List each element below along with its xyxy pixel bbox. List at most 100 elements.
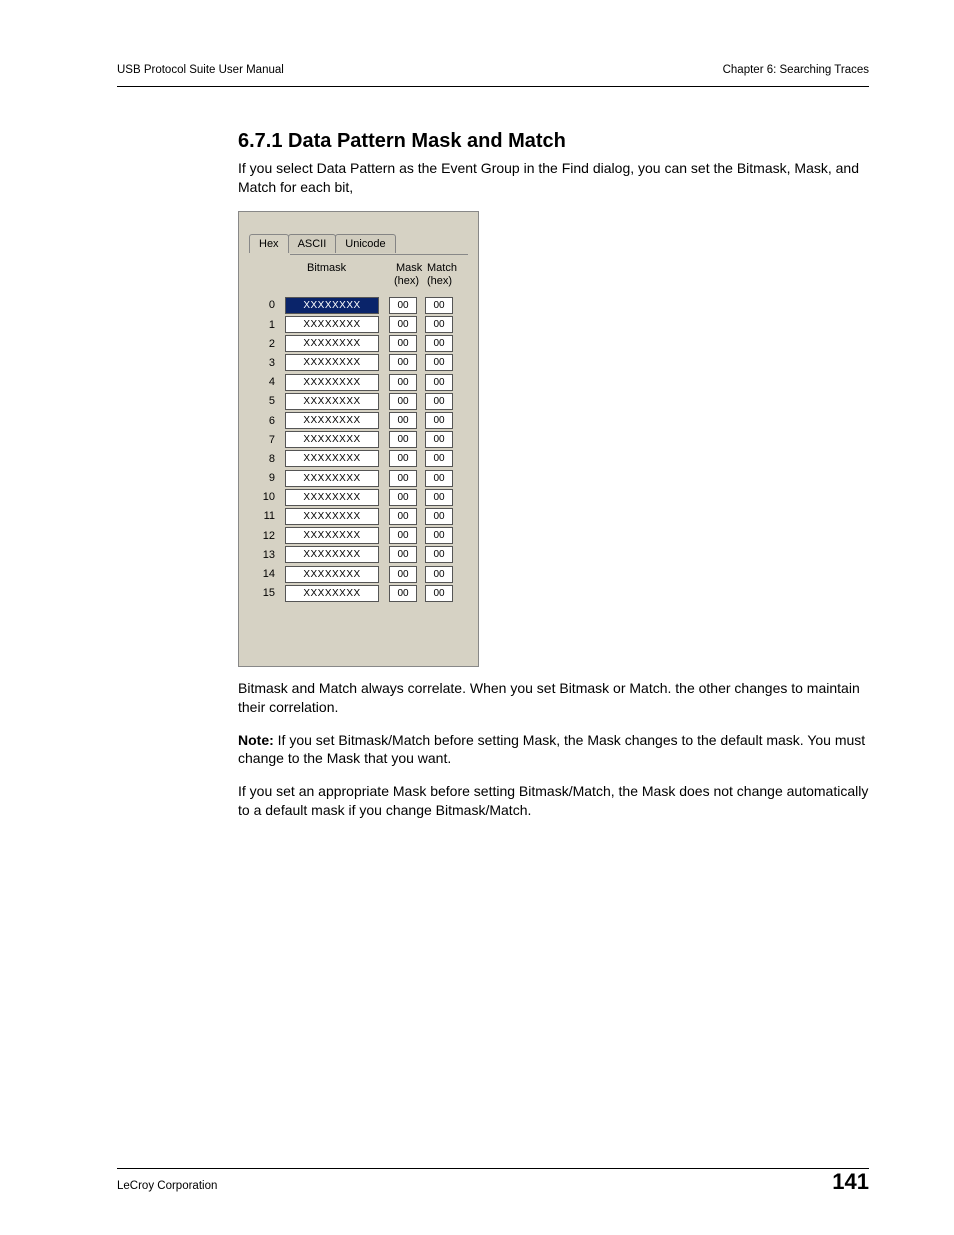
match-field[interactable]: 00 (425, 393, 453, 410)
header-right: Chapter 6: Searching Traces (723, 64, 869, 76)
row-index: 9 (255, 472, 275, 484)
bitmask-field[interactable]: XXXXXXXX (285, 431, 379, 448)
table-row: 4XXXXXXXX0000 (255, 373, 468, 392)
match-field[interactable]: 00 (425, 585, 453, 602)
dialog-screenshot: Hex ASCII Unicode Bitmask Mask Match (he… (238, 211, 479, 667)
row-index: 13 (255, 549, 275, 561)
header-mask: Mask (396, 262, 422, 274)
row-index: 5 (255, 395, 275, 407)
row-index: 8 (255, 453, 275, 465)
table-row: 5 XXXXXXXX 00 00 (255, 392, 468, 411)
mask-field[interactable]: 00 (389, 335, 417, 352)
row-index: 10 (255, 491, 275, 503)
header-hex-mask: (hex) (394, 275, 419, 287)
bitmask-field[interactable]: XXXXXXXX (285, 508, 379, 525)
table-row: 15 XXXXXXXX 00 00 (255, 584, 468, 603)
header-bitmask: Bitmask (307, 262, 346, 274)
table-row: 7 XXXXXXXX 00 00 (255, 430, 468, 449)
table-row: 1XXXXXXXX0000 (255, 315, 468, 334)
header-hex-match: (hex) (427, 275, 452, 287)
bitmask-field[interactable]: XXXXXXXX (285, 335, 379, 352)
mask-field[interactable]: 00 (389, 489, 417, 506)
row-index: 15 (255, 587, 275, 599)
row-index: 12 (255, 530, 275, 542)
mask-field[interactable]: 00 (389, 297, 417, 314)
mask-field[interactable]: 00 (389, 508, 417, 525)
match-field[interactable]: 00 (425, 508, 453, 525)
mask-field[interactable]: 00 (389, 374, 417, 391)
row-index: 2 (255, 338, 275, 350)
table-row: 8 XXXXXXXX 00 00 (255, 449, 468, 468)
mask-field[interactable]: 00 (389, 354, 417, 371)
paragraph-correlate: Bitmask and Match always correlate. When… (238, 679, 869, 717)
intro-paragraph: If you select Data Pattern as the Event … (238, 159, 869, 197)
mask-field[interactable]: 00 (389, 546, 417, 563)
match-field[interactable]: 00 (425, 354, 453, 371)
mask-field[interactable]: 00 (389, 450, 417, 467)
tabs-baseline (249, 254, 468, 255)
table-row: 10 XXXXXXXX 00 00 (255, 488, 468, 507)
bitmask-field[interactable]: XXXXXXXX (285, 297, 379, 314)
row-index: 6 (255, 415, 275, 427)
bitmask-field[interactable]: XXXXXXXX (285, 354, 379, 371)
section-heading: 6.7.1 Data Pattern Mask and Match (238, 130, 869, 153)
row-index: 3 (255, 357, 275, 369)
match-field[interactable]: 00 (425, 297, 453, 314)
table-row: 12 XXXXXXXX 00 00 (255, 526, 468, 545)
bitmask-field[interactable]: XXXXXXXX (285, 470, 379, 487)
match-field[interactable]: 00 (425, 335, 453, 352)
match-field[interactable]: 00 (425, 527, 453, 544)
row-index: 11 (255, 510, 275, 522)
bitmask-field[interactable]: XXXXXXXX (285, 316, 379, 333)
mask-field[interactable]: 00 (389, 566, 417, 583)
header-rule (117, 86, 869, 87)
tab-ascii[interactable]: ASCII (288, 234, 337, 253)
bitmask-field[interactable]: XXXXXXXX (285, 527, 379, 544)
match-field[interactable]: 00 (425, 450, 453, 467)
match-field[interactable]: 00 (425, 546, 453, 563)
match-field[interactable]: 00 (425, 470, 453, 487)
mask-field[interactable]: 00 (389, 316, 417, 333)
bitmask-field[interactable]: XXXXXXXX (285, 546, 379, 563)
table-row: 9 XXXXXXXX 00 00 (255, 468, 468, 487)
bitmask-field[interactable]: XXXXXXXX (285, 412, 379, 429)
match-field[interactable]: 00 (425, 489, 453, 506)
row-index: 0 (255, 299, 275, 311)
table-row: 3 XXXXXXXX 00 00 (255, 353, 468, 372)
mask-field[interactable]: 00 (389, 431, 417, 448)
mask-field[interactable]: 00 (389, 393, 417, 410)
table-row: 2 XXXXXXXX 00 00 (255, 334, 468, 353)
row-index: 14 (255, 568, 275, 580)
table-row: 13 XXXXXXXX 00 00 (255, 545, 468, 564)
footer-corporation: LeCroy Corporation (117, 1180, 217, 1192)
tab-hex[interactable]: Hex (249, 234, 289, 253)
note-label: Note: (238, 732, 274, 748)
match-field[interactable]: 00 (425, 566, 453, 583)
table-row: 0 XXXXXXXX 00 00 (255, 296, 468, 315)
row-index: 7 (255, 434, 275, 446)
mask-field[interactable]: 00 (389, 470, 417, 487)
mask-field[interactable]: 00 (389, 585, 417, 602)
header-match: Match (427, 262, 457, 274)
mask-field[interactable]: 00 (389, 412, 417, 429)
bitmask-field[interactable]: XXXXXXXX (285, 393, 379, 410)
bitmask-field[interactable]: XXXXXXXX (285, 489, 379, 506)
table-row: 6 XXXXXXXX 00 00 (255, 411, 468, 430)
tab-unicode[interactable]: Unicode (335, 234, 395, 253)
bitmask-field[interactable]: XXXXXXXX (285, 566, 379, 583)
bitmask-field[interactable]: XXXXXXXX (285, 374, 379, 391)
content-area: 6.7.1 Data Pattern Mask and Match If you… (238, 130, 869, 834)
match-field[interactable]: 00 (425, 374, 453, 391)
match-field[interactable]: 00 (425, 431, 453, 448)
bitmask-field[interactable]: XXXXXXXX (285, 450, 379, 467)
header-left: USB Protocol Suite User Manual (117, 64, 284, 76)
rows-container: 0XXXXXXXX00001XXXXXXXX00002XXXXXXXX00003… (255, 296, 468, 603)
paragraph-note: Note: If you set Bitmask/Match before se… (238, 731, 869, 769)
note-text: If you set Bitmask/Match before setting … (238, 732, 865, 767)
match-field[interactable]: 00 (425, 412, 453, 429)
tabs: Hex ASCII Unicode (249, 234, 395, 253)
mask-field[interactable]: 00 (389, 527, 417, 544)
bitmask-field[interactable]: XXXXXXXX (285, 585, 379, 602)
footer-page-number: 141 (832, 1169, 869, 1195)
match-field[interactable]: 00 (425, 316, 453, 333)
